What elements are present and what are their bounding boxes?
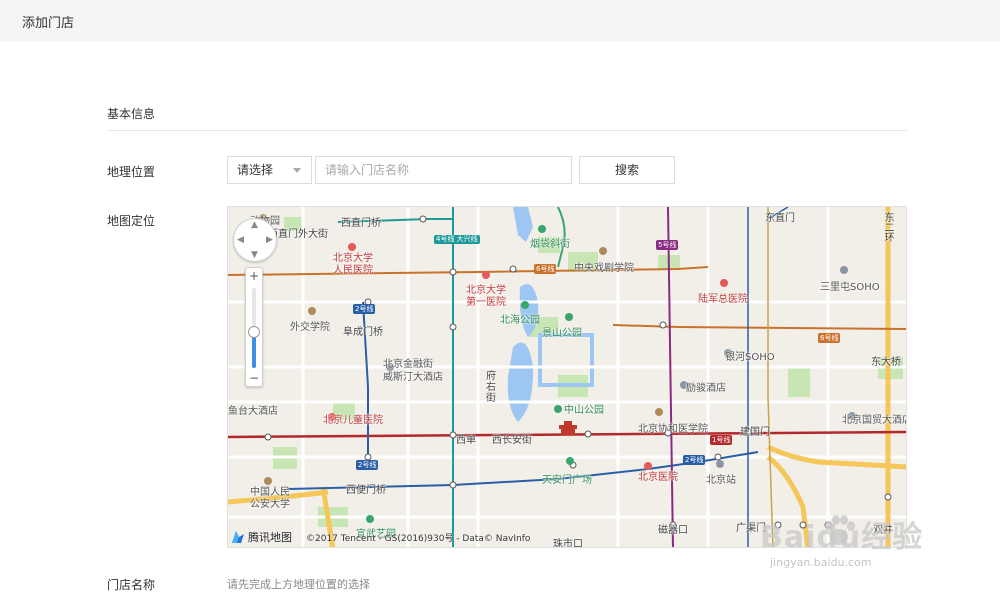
map-label-poi: 北京国贸大酒店 bbox=[842, 415, 907, 426]
map-label-hospital: 陆军总医院 bbox=[698, 294, 748, 305]
metro-badge: 6号线 bbox=[534, 264, 557, 274]
metro-badge: 1号线 bbox=[710, 435, 733, 445]
metro-badge: 2号线 bbox=[683, 455, 706, 465]
watermark-text: Baidu经验 bbox=[760, 520, 924, 555]
station-icon bbox=[716, 460, 724, 468]
metro-badge: 6号线 bbox=[818, 333, 841, 343]
map-zoom-control[interactable]: + − bbox=[245, 267, 263, 387]
map-label-road: 西长安街 bbox=[492, 435, 532, 446]
section-divider bbox=[107, 130, 907, 131]
metro-badge: 4号线 大兴线 bbox=[434, 235, 480, 244]
map-label-poi: 励骏酒店 bbox=[686, 383, 726, 394]
metro-badge: 2号线 bbox=[353, 304, 376, 314]
region-select-value: 请选择 bbox=[237, 163, 274, 177]
hospital-icon bbox=[482, 271, 490, 279]
chevron-down-icon bbox=[293, 168, 301, 173]
zoom-slider-handle[interactable] bbox=[248, 326, 260, 338]
map-label-road: 东二环 bbox=[882, 212, 893, 242]
map-label-park: 天安门广场 bbox=[542, 475, 592, 486]
building-icon bbox=[840, 266, 848, 274]
map-label-road: 建国门 bbox=[740, 427, 770, 438]
location-label: 地理位置 bbox=[107, 165, 156, 179]
park-icon bbox=[521, 301, 529, 309]
zoom-out-button[interactable]: − bbox=[246, 370, 262, 386]
map-label-road: 东大桥 bbox=[871, 357, 901, 368]
map-label: 地图定位 bbox=[107, 214, 156, 228]
school-icon bbox=[264, 477, 272, 485]
search-button[interactable]: 搜索 bbox=[579, 156, 675, 184]
school-icon bbox=[655, 408, 663, 416]
section-basic-info: 基本信息 bbox=[107, 107, 156, 121]
map-label-hospital: 北京医院 bbox=[638, 472, 678, 483]
store-search-input[interactable] bbox=[315, 156, 572, 184]
map-view[interactable]: 2号线 4号线 大兴线 5号线 6号线 6号线 2号线 2号线 1号线 动物园 … bbox=[227, 206, 907, 548]
map-brand-name: 腾讯地图 bbox=[248, 531, 292, 544]
map-label-park: 中山公园 bbox=[564, 405, 604, 416]
zoom-slider-track[interactable] bbox=[248, 288, 260, 368]
map-label-road: 西直门外大街 bbox=[268, 229, 328, 240]
map-label-road: 西直门桥 bbox=[341, 218, 381, 229]
map-label-road: 磁器口 bbox=[658, 525, 688, 536]
park-icon bbox=[554, 405, 562, 413]
map-label-poi: 三里屯SOHO bbox=[820, 282, 880, 293]
map-label-hospital: 北京大学 第一医院 bbox=[466, 285, 506, 308]
store-name-hint: 请先完成上方地理位置的选择 bbox=[227, 578, 370, 591]
chevron-up-icon[interactable]: ▲ bbox=[251, 220, 258, 230]
map-label-station: 北京站 bbox=[706, 475, 736, 486]
map-label-poi: 北京协和医学院 bbox=[638, 424, 708, 435]
hospital-icon bbox=[348, 243, 356, 251]
map-label-park: 景山公园 bbox=[542, 328, 582, 339]
school-icon bbox=[599, 247, 607, 255]
chevron-right-icon[interactable]: ▶ bbox=[266, 235, 273, 245]
school-icon bbox=[308, 307, 316, 315]
map-label-road: 阜成门桥 bbox=[343, 327, 383, 338]
map-label-road: 府 右 街 bbox=[486, 371, 496, 404]
map-label-poi: 鱼台大酒店 bbox=[228, 406, 278, 417]
map-label-road: 珠市口 bbox=[553, 539, 583, 548]
tencent-map-logo-icon bbox=[232, 531, 244, 543]
park-icon bbox=[566, 457, 574, 465]
map-label-hospital: 北京儿童医院 bbox=[323, 415, 383, 426]
map-label-road: 东直门 bbox=[765, 213, 795, 224]
map-label-hospital: 北京大学 人民医院 bbox=[333, 253, 373, 276]
watermark-url: jingyan.baidu.com bbox=[770, 556, 872, 569]
page-title: 添加门店 bbox=[22, 16, 75, 31]
map-label-road: 西便门桥 bbox=[346, 485, 386, 496]
map-copyright: ©2017 Tencent - GS(2016)930号 - Data© Nav… bbox=[306, 534, 531, 544]
metro-badge: 5号线 bbox=[656, 240, 679, 250]
park-icon bbox=[565, 313, 573, 321]
metro-badge: 2号线 bbox=[356, 460, 379, 470]
map-label-poi: 中央戏剧学院 bbox=[574, 263, 634, 274]
map-label-poi: 银河SOHO bbox=[725, 352, 775, 363]
region-select[interactable]: 请选择 bbox=[227, 156, 312, 184]
zoom-in-button[interactable]: + bbox=[246, 268, 262, 284]
chevron-left-icon[interactable]: ◀ bbox=[237, 235, 244, 245]
map-label-poi: 中国人民 公安大学 bbox=[250, 487, 290, 510]
map-label-poi: 外交学院 bbox=[290, 322, 330, 333]
chevron-down-icon[interactable]: ▼ bbox=[251, 250, 258, 260]
park-icon bbox=[366, 515, 374, 523]
map-base-graphic bbox=[228, 207, 906, 547]
map-pan-control[interactable]: ▲ ▼ ◀ ▶ bbox=[233, 218, 277, 262]
map-label-road: 西单 bbox=[456, 435, 476, 446]
park-icon bbox=[538, 225, 546, 233]
top-bar: 添加门店 bbox=[0, 0, 1000, 42]
map-brand: 腾讯地图 bbox=[231, 529, 292, 545]
hospital-icon bbox=[720, 279, 728, 287]
map-label-poi: 北京金融街 威斯汀大酒店 bbox=[383, 359, 443, 383]
map-label-park: 北海公园 bbox=[500, 315, 540, 326]
map-label-poi: 烟袋斜街 bbox=[530, 239, 570, 250]
store-name-label: 门店名称 bbox=[107, 578, 156, 592]
